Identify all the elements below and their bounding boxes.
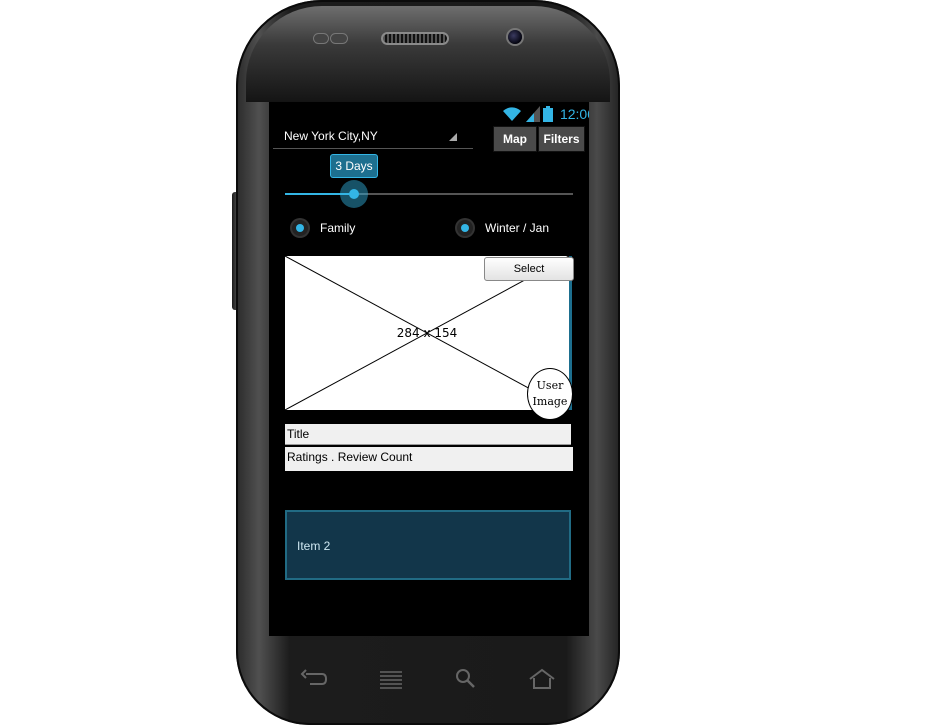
status-time: 12:00 [559,106,589,122]
image-placeholder: 284 x 154 Select User Image [285,256,574,420]
family-radio-label: Family [320,221,356,235]
status-bar: 12:00 [269,102,589,126]
proximity-sensor [314,34,328,43]
user-image-line1: User [536,379,564,392]
season-radio-label: Winter / Jan [485,221,550,235]
back-icon[interactable] [300,668,328,690]
android-nav-bar [280,660,580,700]
location-dropdown[interactable]: New York City,NY [273,126,473,149]
phone-screen: 12:00 New York City,NY Map Filters 3 Day… [269,102,589,636]
home-icon[interactable] [528,668,556,690]
family-radio[interactable] [292,220,308,236]
phone-top-bezel [246,6,610,102]
card-ratings: Ratings . Review Count [285,447,573,471]
earpiece-speaker [383,34,447,43]
season-radio[interactable] [457,220,473,236]
list-item-label: Item 2 [297,539,331,553]
select-button[interactable]: Select [484,257,574,281]
filters-button[interactable]: Filters [538,126,585,152]
wifi-icon [503,107,521,121]
dropdown-triangle-icon [449,133,457,141]
front-camera [508,30,522,44]
slider-value-label: 3 Days [331,155,377,177]
image-dimensions: 284 x 154 [396,326,458,340]
map-button[interactable]: Map [493,126,537,152]
days-slider-thumb[interactable] [340,180,368,208]
menu-icon[interactable] [378,668,404,690]
battery-icon [543,106,553,122]
user-image[interactable]: User Image [527,368,573,420]
light-sensor [331,34,347,43]
list-item[interactable]: Item 2 [285,510,571,580]
user-image-line2: Image [532,395,568,408]
location-value: New York City,NY [284,129,378,143]
card-title: Title [285,424,571,445]
search-icon[interactable] [454,668,478,690]
signal-icon [526,106,540,122]
